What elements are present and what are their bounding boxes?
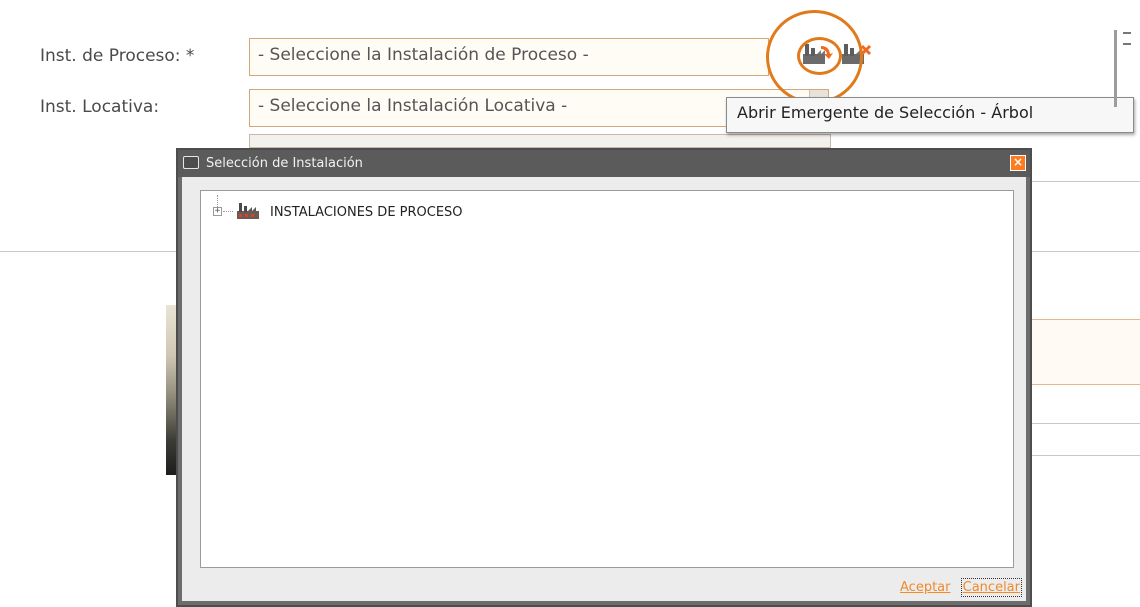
- process-installation-select[interactable]: - Seleccione la Instalación de Proceso -: [249, 38, 769, 76]
- accept-button[interactable]: Aceptar: [900, 580, 950, 595]
- dialog-titlebar[interactable]: Selección de Instalación ×: [178, 150, 1030, 177]
- dialog-app-icon: [183, 156, 199, 169]
- installation-tree: + INSTALACIONES DE PROCESO: [200, 190, 1014, 568]
- background-divider: [1032, 181, 1140, 182]
- cancel-button[interactable]: Cancelar: [960, 578, 1023, 597]
- background-divider: [1032, 423, 1140, 424]
- page-scrollbar[interactable]: [1114, 30, 1117, 107]
- close-button[interactable]: ×: [1010, 155, 1026, 171]
- process-installation-select-value: - Seleccione la Instalación de Proceso -: [258, 45, 589, 65]
- dialog-actions: Aceptar Cancelar: [900, 578, 1023, 597]
- tree-connector: [223, 211, 233, 212]
- hidden-select-field: [249, 134, 831, 148]
- location-installation-label: Inst. Locativa:: [40, 97, 160, 117]
- background-image-fragment: [166, 305, 176, 475]
- dialog-body: + INSTALACIONES DE PROCESO Aceptar Cance…: [182, 177, 1026, 601]
- background-panel-fragment: [1032, 319, 1140, 385]
- tooltip-text: Abrir Emergente de Selección - Árbol: [737, 103, 1034, 122]
- tooltip: Abrir Emergente de Selección - Árbol: [726, 97, 1134, 133]
- location-installation-select-value: - Seleccione la Instalación Locativa -: [258, 96, 568, 116]
- background-divider: [1032, 455, 1140, 456]
- background-divider: [0, 251, 176, 252]
- installation-selection-dialog: Selección de Instalación × + INSTALACION…: [176, 148, 1032, 607]
- background-divider: [1032, 251, 1140, 252]
- tree-node-label[interactable]: INSTALACIONES DE PROCESO: [270, 205, 463, 220]
- factory-icon: [237, 203, 259, 219]
- annotation-circle-inner: [797, 37, 842, 75]
- process-installation-label: Inst. de Proceso: *: [40, 46, 195, 66]
- expand-node-icon[interactable]: +: [213, 207, 222, 216]
- scrollbar-grip-icon: [1123, 32, 1131, 45]
- dialog-title: Selección de Instalación: [206, 156, 363, 171]
